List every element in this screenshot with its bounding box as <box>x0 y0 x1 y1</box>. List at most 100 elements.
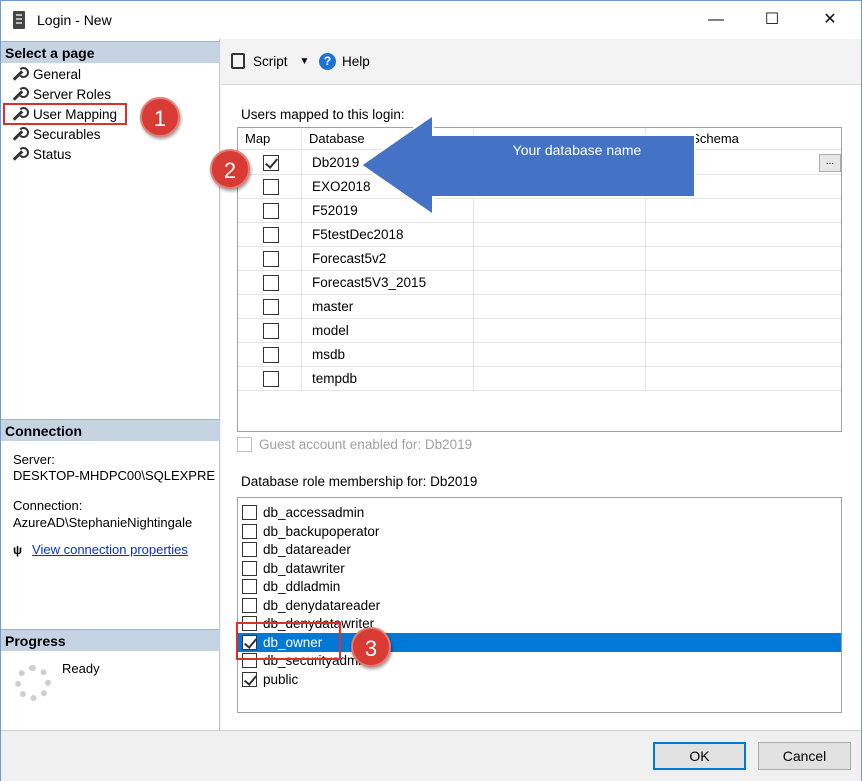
role-item[interactable]: public <box>238 670 841 689</box>
map-checkbox[interactable] <box>263 179 279 195</box>
close-button[interactable]: ✕ <box>807 1 853 39</box>
page-label: Server Roles <box>33 86 112 102</box>
role-checkbox[interactable] <box>242 505 257 520</box>
connection-label: Connection: <box>13 498 83 513</box>
user-cell[interactable] <box>474 295 646 319</box>
arrow-shape <box>359 113 696 217</box>
guest-account-label: Guest account enabled for: Db2019 <box>259 437 473 452</box>
maximize-button[interactable]: ☐ <box>749 1 795 39</box>
role-name: public <box>263 671 299 687</box>
role-item[interactable]: db_backupoperator <box>238 522 841 541</box>
role-item[interactable]: db_ddladmin <box>238 577 841 596</box>
page-status[interactable]: Status <box>11 144 71 164</box>
map-checkbox[interactable] <box>263 371 279 387</box>
map-checkbox[interactable] <box>263 275 279 291</box>
grid-row[interactable]: msdb <box>238 343 841 367</box>
role-name: db_datareader <box>263 542 351 557</box>
guest-account-checkbox[interactable] <box>237 437 252 452</box>
role-item[interactable]: db_datawriter <box>238 559 841 578</box>
role-item[interactable]: db_denydatareader <box>238 596 841 615</box>
user-cell[interactable] <box>474 271 646 295</box>
database-name: F5testDec2018 <box>312 227 404 242</box>
database-name: msdb <box>312 347 346 362</box>
cancel-button[interactable]: Cancel <box>758 742 851 770</box>
user-cell[interactable] <box>474 367 646 391</box>
role-name: db_accessadmin <box>263 505 365 520</box>
role-checkbox[interactable] <box>242 560 257 576</box>
connection-value: AzureAD\StephanieNightingale <box>13 515 193 530</box>
user-cell[interactable] <box>474 223 646 247</box>
column-header-map[interactable]: Map <box>238 128 302 150</box>
window-title: Login - New <box>37 12 112 28</box>
help-button[interactable]: ? Help <box>319 53 370 70</box>
map-cell <box>238 295 302 319</box>
annotation-badge-1: 1 <box>140 97 180 137</box>
database-name: Forecast5V3_2015 <box>312 275 427 290</box>
map-checkbox[interactable] <box>263 155 279 171</box>
user-mapping-highlight <box>3 103 127 125</box>
role-checkbox[interactable] <box>242 597 257 613</box>
user-cell[interactable] <box>474 319 646 343</box>
user-cell[interactable] <box>474 247 646 271</box>
left-panel: Select a page General Server Roles User … <box>1 39 220 730</box>
map-cell <box>238 247 302 271</box>
minimize-button[interactable]: — <box>693 1 739 39</box>
grid-row[interactable]: Forecast5V3_2015 <box>238 271 841 295</box>
map-checkbox[interactable] <box>263 323 279 339</box>
role-checkbox[interactable] <box>242 542 257 557</box>
script-label: Script <box>253 53 288 69</box>
map-cell <box>238 199 302 223</box>
role-checkbox[interactable] <box>242 579 257 594</box>
map-checkbox[interactable] <box>263 203 279 219</box>
grid-row[interactable]: tempdb <box>238 367 841 391</box>
ok-button[interactable]: OK <box>653 742 746 770</box>
grid-row[interactable]: F5testDec2018 <box>238 223 841 247</box>
connection-header: Connection <box>1 419 220 441</box>
grid-row[interactable]: Forecast5v2 <box>238 247 841 271</box>
map-checkbox[interactable] <box>263 299 279 315</box>
map-checkbox[interactable] <box>263 347 279 363</box>
view-connection-link[interactable]: View connection properties <box>32 542 188 557</box>
script-button[interactable]: Script ▼ <box>231 53 309 69</box>
default-schema-cell[interactable] <box>646 223 841 247</box>
database-name: Forecast5v2 <box>312 251 387 266</box>
user-cell[interactable] <box>474 343 646 367</box>
map-cell <box>238 223 302 247</box>
browse-schema-button[interactable]: ... <box>819 154 841 172</box>
default-schema-cell[interactable] <box>646 271 841 295</box>
wrench-icon <box>11 87 29 101</box>
default-schema-cell[interactable] <box>646 343 841 367</box>
role-item[interactable]: db_accessadmin <box>238 503 841 522</box>
default-schema-cell[interactable] <box>646 295 841 319</box>
default-schema-cell[interactable] <box>646 247 841 271</box>
map-checkbox[interactable] <box>263 227 279 243</box>
annotation-badge-2: 2 <box>210 149 250 189</box>
role-name: db_denydatareader <box>263 597 381 613</box>
page-server-roles[interactable]: Server Roles <box>11 84 111 104</box>
button-bar: OK Cancel <box>1 730 861 781</box>
role-membership-list: db_accessadmin db_backupoperator db_datare… <box>237 497 842 713</box>
page-general[interactable]: General <box>11 64 81 84</box>
progress-spinner-icon <box>15 665 51 701</box>
role-checkbox[interactable] <box>242 671 257 687</box>
server-value: DESKTOP-MHDPC00\SQLEXPRE <box>13 468 216 483</box>
default-schema-cell[interactable] <box>646 367 841 391</box>
map-checkbox[interactable] <box>263 251 279 267</box>
arrow-text: Your database name <box>513 142 642 158</box>
database-name: F52019 <box>312 203 358 218</box>
grid-row[interactable]: master <box>238 295 841 319</box>
page-securables[interactable]: Securables <box>11 124 101 144</box>
role-checkbox[interactable] <box>242 523 257 539</box>
guest-account-row: Guest account enabled for: Db2019 <box>237 437 472 452</box>
page-label: General <box>33 66 82 82</box>
role-name: db_ddladmin <box>263 579 341 594</box>
annotation-arrow: Your database name <box>359 113 696 217</box>
database-name: model <box>312 323 349 338</box>
login-dialog: Login - New — ☐ ✕ Select a page General … <box>0 0 862 781</box>
wrench-icon <box>11 67 29 81</box>
role-item[interactable]: db_datareader <box>238 540 841 559</box>
grid-row[interactable]: model <box>238 319 841 343</box>
default-schema-cell[interactable] <box>646 319 841 343</box>
dropdown-arrow-icon[interactable]: ▼ <box>300 56 310 67</box>
map-cell <box>238 367 302 391</box>
